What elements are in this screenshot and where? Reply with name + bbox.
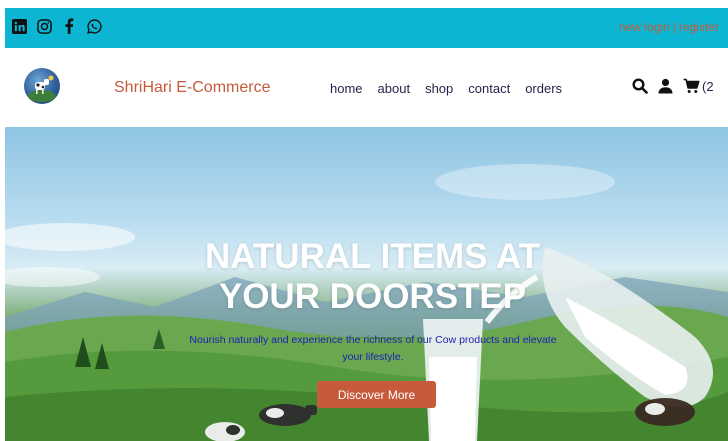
top-bar: new login | register (5, 8, 728, 48)
search-icon[interactable] (632, 78, 648, 94)
whatsapp-icon[interactable] (86, 18, 102, 34)
nav-orders[interactable]: orders (525, 81, 562, 96)
auth-links: new login | register (619, 20, 719, 34)
nav-bar: ShriHari E-Commerce home about shop cont… (5, 48, 728, 127)
linkedin-icon[interactable] (11, 18, 27, 34)
site-logo[interactable] (24, 68, 60, 104)
main-menu: home about shop contact orders (330, 81, 562, 96)
page: new login | register ShriHari E-Commerce h… (5, 8, 728, 441)
cart-button[interactable]: (2 (683, 78, 714, 94)
nav-about[interactable]: about (378, 81, 411, 96)
user-icon[interactable] (658, 78, 673, 94)
discover-more-button[interactable]: Discover More (317, 381, 436, 408)
hero-subtitle: Nourish naturally and experience the ric… (189, 334, 557, 363)
nav-tools: (2 (632, 78, 714, 94)
nav-home[interactable]: home (330, 81, 363, 96)
facebook-icon[interactable] (61, 18, 77, 34)
hero-banner: NATURAL ITEMS AT YOUR DOORSTEP Nourish n… (5, 127, 728, 441)
social-links (11, 18, 102, 34)
new-login-link[interactable]: new login (619, 20, 670, 34)
auth-separator: | (672, 20, 676, 34)
nav-shop[interactable]: shop (425, 81, 453, 96)
cart-count: (2 (702, 78, 714, 94)
brand-name[interactable]: ShriHari E-Commerce (114, 79, 270, 97)
instagram-icon[interactable] (36, 18, 52, 34)
register-link[interactable]: register (679, 20, 719, 34)
cart-icon (683, 78, 700, 93)
nav-contact[interactable]: contact (468, 81, 510, 96)
hero-title: NATURAL ITEMS AT YOUR DOORSTEP (204, 237, 541, 316)
